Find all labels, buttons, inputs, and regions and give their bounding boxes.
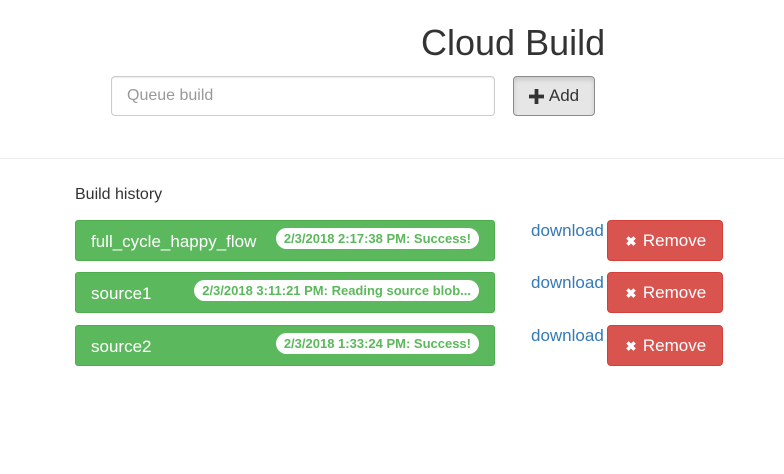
remove-button[interactable]: Remove <box>607 272 723 313</box>
x-icon <box>626 340 636 351</box>
build-item[interactable]: source1 2/3/2018 3:11:21 PM: Reading sou… <box>75 272 495 313</box>
remove-button-label: Remove <box>642 335 707 355</box>
remove-button[interactable]: Remove <box>607 220 723 261</box>
queue-build-input[interactable] <box>111 76 495 116</box>
build-name: source1 <box>91 284 152 303</box>
build-name: source2 <box>91 337 152 356</box>
x-icon <box>626 287 636 298</box>
divider <box>0 158 784 159</box>
build-item[interactable]: full_cycle_happy_flow 2/3/2018 2:17:38 P… <box>75 220 495 261</box>
build-row: source1 2/3/2018 3:11:21 PM: Reading sou… <box>0 272 784 313</box>
add-button-label: Add <box>548 86 580 105</box>
build-row: full_cycle_happy_flow 2/3/2018 2:17:38 P… <box>0 220 784 261</box>
remove-button[interactable]: Remove <box>607 325 723 366</box>
download-link[interactable]: download <box>531 326 604 346</box>
add-button[interactable]: Add <box>513 76 595 116</box>
page-title: Cloud Build <box>421 22 606 63</box>
build-status-badge: 2/3/2018 1:33:24 PM: Success! <box>275 333 479 354</box>
build-item[interactable]: source2 2/3/2018 1:33:24 PM: Success! <box>75 325 495 366</box>
download-link[interactable]: download <box>531 273 604 293</box>
plus-icon <box>528 88 544 104</box>
build-row: source2 2/3/2018 1:33:24 PM: Success! do… <box>0 325 784 366</box>
build-history-heading: Build history <box>75 186 163 203</box>
remove-button-label: Remove <box>642 230 707 250</box>
remove-button-label: Remove <box>642 282 707 302</box>
download-link[interactable]: download <box>531 221 604 241</box>
build-status-badge: 2/3/2018 3:11:21 PM: Reading source blob… <box>194 280 479 301</box>
build-status-badge: 2/3/2018 2:17:38 PM: Success! <box>275 228 479 249</box>
build-name: full_cycle_happy_flow <box>91 232 257 251</box>
x-icon <box>626 235 636 246</box>
page: Cloud Build Add Build history full_cycle… <box>0 0 784 474</box>
